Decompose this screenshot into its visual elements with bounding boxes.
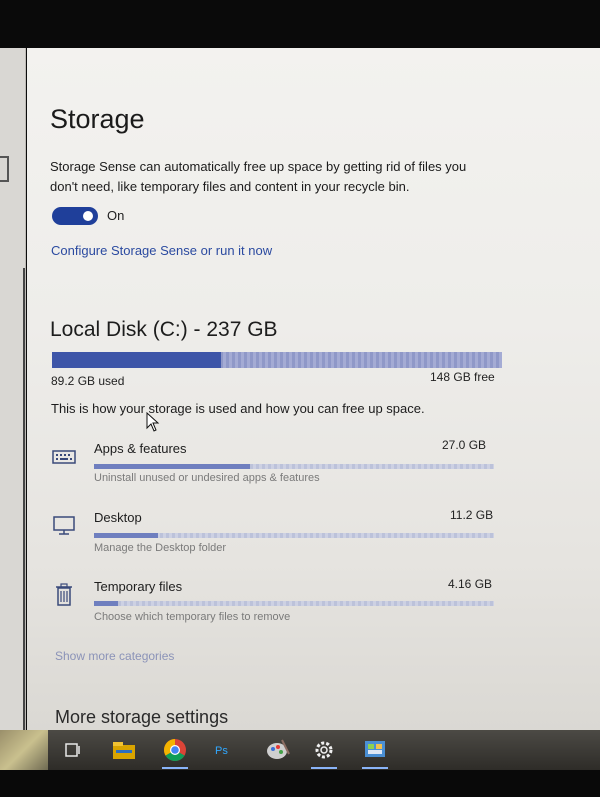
mouse-cursor-icon — [146, 412, 160, 432]
storage-info-text: This is how your storage is used and how… — [51, 401, 425, 416]
window-edge-line — [23, 268, 25, 738]
disk-free-label: 148 GB free — [430, 370, 495, 384]
file-explorer-icon[interactable] — [109, 736, 139, 764]
configure-storage-sense-link[interactable]: Configure Storage Sense or run it now — [51, 243, 272, 258]
disk-used-label: 89.2 GB used — [51, 374, 125, 388]
storage-settings-page: Storage Storage Sense can automatically … — [27, 48, 600, 732]
trash-icon — [51, 582, 77, 608]
monitor-bezel-bottom — [0, 770, 600, 797]
category-size-apps: 27.0 GB — [442, 438, 487, 452]
category-desc-desktop: Manage the Desktop folder — [94, 542, 227, 554]
toggle-state-label: On — [107, 208, 125, 223]
photoshop-icon[interactable]: Ps — [210, 736, 240, 764]
local-disk-title: Local Disk (C:) - 237 GB — [50, 318, 278, 341]
task-view-icon[interactable] — [58, 736, 88, 764]
category-name-desktop[interactable]: Desktop — [94, 510, 142, 525]
paint-icon[interactable] — [262, 736, 292, 764]
disk-usage-fill — [52, 352, 222, 368]
category-bar-temporary — [94, 601, 494, 606]
storage-sense-toggle[interactable] — [52, 207, 98, 225]
category-fill-temporary — [94, 601, 118, 606]
category-name-apps[interactable]: Apps & features — [94, 441, 187, 456]
category-bar-desktop — [94, 533, 494, 538]
category-fill-desktop — [94, 533, 158, 538]
control-panel-icon[interactable] — [360, 736, 390, 769]
window-edge-mark — [0, 156, 9, 182]
category-size-temporary: 4.16 GB — [448, 577, 493, 591]
category-bar-apps — [94, 464, 494, 469]
svg-text:Ps: Ps — [215, 745, 228, 757]
category-desc-temporary: Choose which temporary files to remove — [94, 611, 291, 623]
disk-usage-bar — [52, 352, 502, 368]
toggle-knob — [83, 211, 93, 221]
category-name-temporary[interactable]: Temporary files — [94, 579, 182, 594]
show-more-categories-link[interactable]: Show more categories — [55, 649, 174, 663]
monitor-icon — [51, 512, 77, 538]
page-title: Storage — [50, 104, 145, 134]
keyboard-icon — [51, 444, 77, 470]
monitor-bezel-top — [0, 0, 600, 48]
chrome-icon[interactable] — [160, 736, 190, 769]
storage-sense-description: Storage Sense can automatically free up … — [50, 159, 467, 194]
category-desc-apps: Uninstall unused or undesired apps & fea… — [94, 472, 320, 484]
more-storage-settings-heading: More storage settings — [55, 707, 229, 727]
desktop-wallpaper-peek — [0, 730, 48, 770]
settings-icon[interactable] — [309, 736, 339, 769]
category-fill-apps — [94, 464, 250, 469]
category-size-desktop: 11.2 GB — [450, 508, 494, 522]
background-window-edge — [0, 48, 26, 748]
taskbar: Ps — [0, 730, 600, 770]
